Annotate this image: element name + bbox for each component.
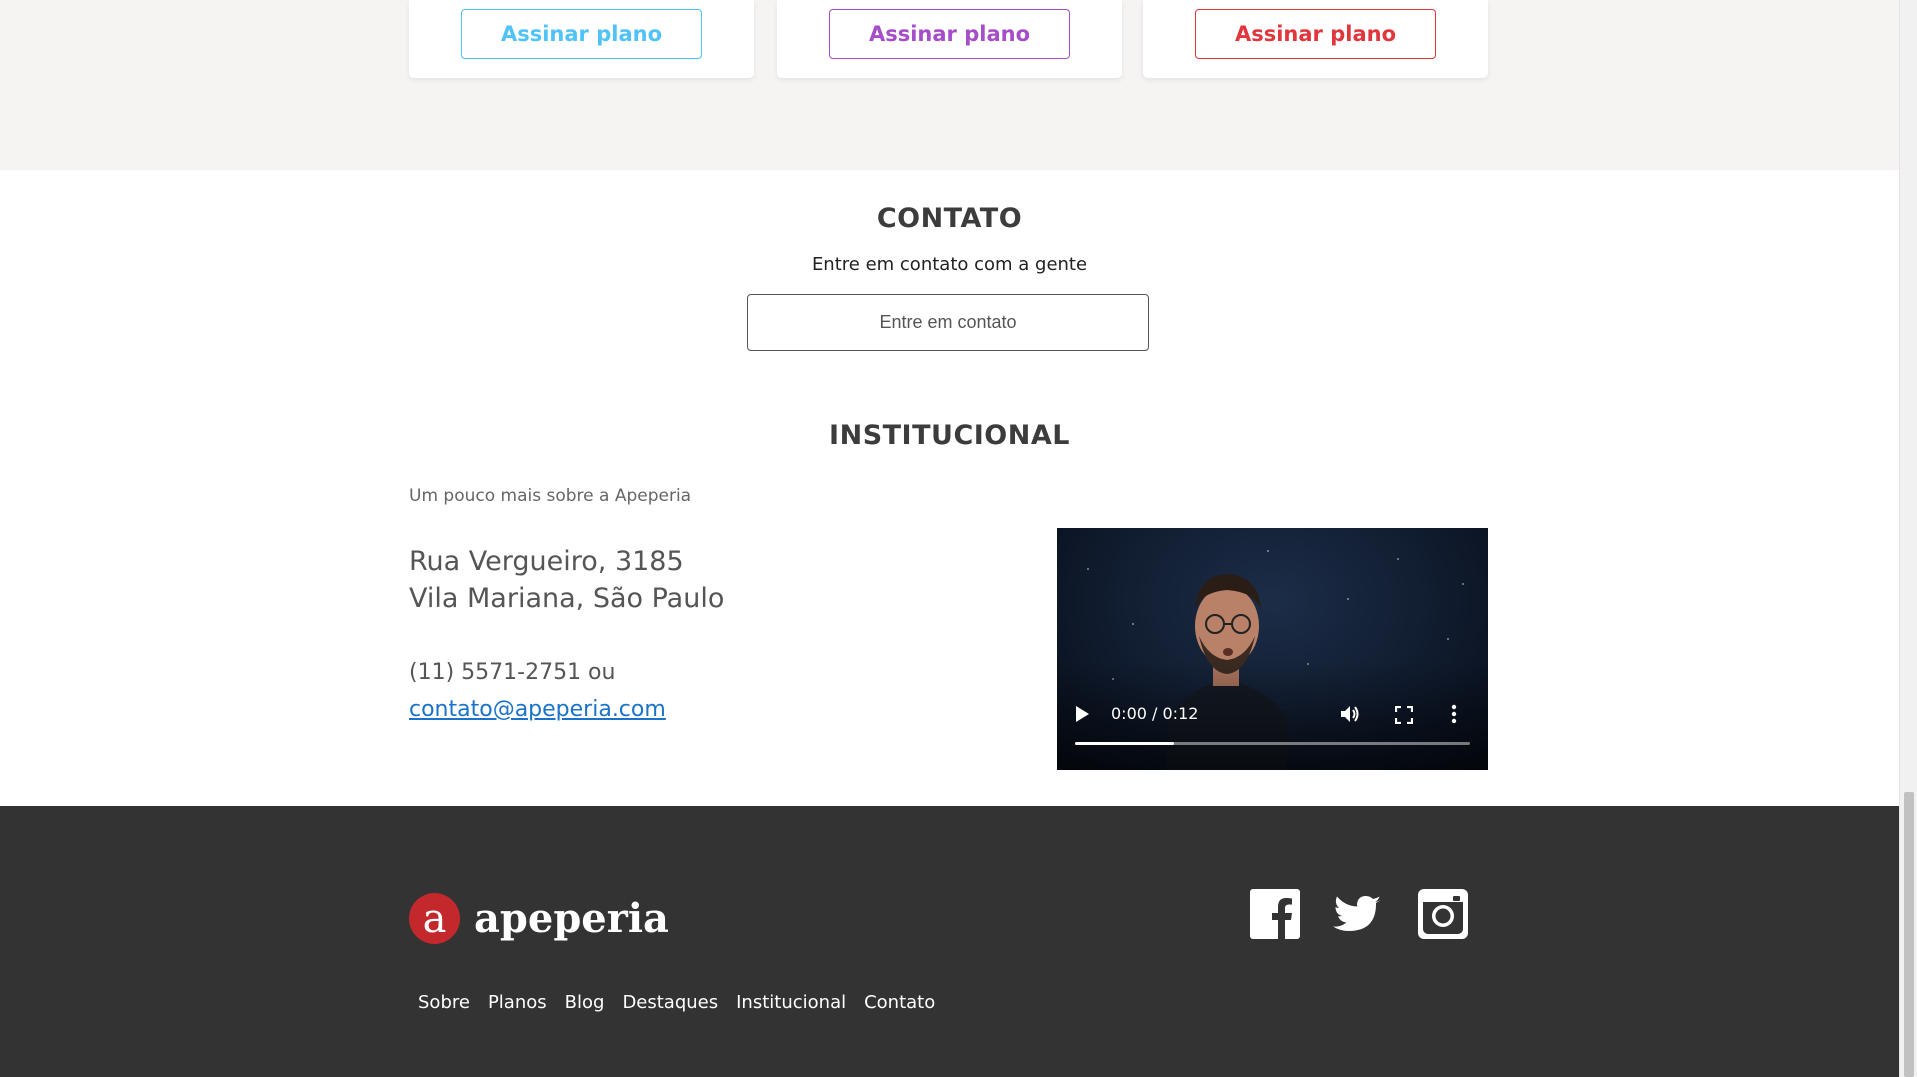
plan-card-1: Assinar plano [409, 0, 754, 78]
page-scrollbar[interactable] [1899, 0, 1917, 1077]
plans-section: Assinar plano Assinar plano Assinar plan… [0, 0, 1899, 170]
footer-nav-contato[interactable]: Contato [855, 992, 944, 1013]
subscribe-plan-button-2[interactable]: Assinar plano [829, 9, 1070, 59]
contato-title: CONTATO [876, 203, 1023, 234]
plan-card-2: Assinar plano [777, 0, 1122, 78]
twitter-icon[interactable] [1333, 889, 1383, 939]
institucional-title: INSTITUCIONAL [829, 420, 1070, 451]
footer-nav-sobre[interactable]: Sobre [409, 992, 479, 1013]
footer-nav: Sobre Planos Blog Destaques Instituciona… [409, 992, 944, 1013]
address-line-1: Rua Vergueiro, 3185 [409, 546, 684, 577]
subscribe-plan-button-1[interactable]: Assinar plano [461, 9, 702, 59]
more-options-icon[interactable] [1451, 704, 1457, 724]
footer-nav-institucional[interactable]: Institucional [727, 992, 855, 1013]
page: Assinar plano Assinar plano Assinar plan… [0, 0, 1899, 1077]
email-link[interactable]: contato@apeperia.com [409, 697, 666, 722]
instagram-icon[interactable] [1418, 889, 1468, 939]
address-line-2: Vila Mariana, São Paulo [409, 583, 725, 614]
video-time: 0:00 / 0:12 [1111, 704, 1199, 723]
logo-text: apeperia [474, 895, 669, 942]
video-player[interactable]: 0:00 / 0:12 [1057, 528, 1488, 770]
facebook-icon[interactable] [1250, 889, 1300, 939]
footer-nav-planos[interactable]: Planos [479, 992, 556, 1013]
play-icon[interactable] [1073, 704, 1091, 724]
footer-nav-destaques[interactable]: Destaques [613, 992, 727, 1013]
subscribe-plan-button-3[interactable]: Assinar plano [1195, 9, 1436, 59]
footer-nav-blog[interactable]: Blog [556, 992, 614, 1013]
scrollbar-thumb[interactable] [1904, 792, 1914, 1077]
volume-icon[interactable] [1339, 704, 1361, 724]
institucional-subtitle: Um pouco mais sobre a Apeperia [409, 486, 692, 506]
contact-button[interactable]: Entre em contato [747, 294, 1149, 351]
logo-mark: a [409, 893, 460, 944]
phone-number: (11) 5571-2751 ou [409, 660, 616, 685]
video-progress-bar[interactable] [1075, 742, 1470, 745]
contato-subtitle: Entre em contato com a gente [811, 254, 1088, 275]
video-progress-fill [1075, 742, 1174, 745]
plan-card-3: Assinar plano [1143, 0, 1488, 78]
fullscreen-icon[interactable] [1395, 706, 1413, 724]
address: Rua Vergueiro, 3185 Vila Mariana, São Pa… [409, 543, 724, 617]
footer-logo[interactable]: a apeperia [409, 893, 669, 944]
footer: a apeperia Sobre Planos Blog Destaques I… [0, 806, 1899, 1077]
